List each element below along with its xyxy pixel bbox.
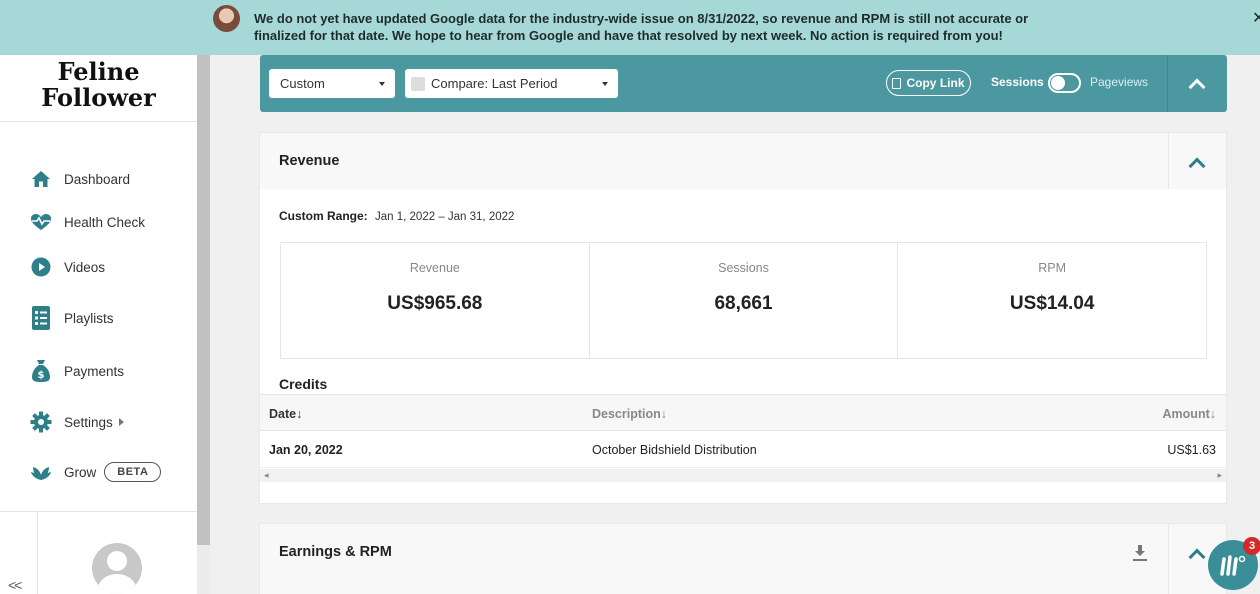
copy-icon <box>892 77 902 89</box>
scroll-left-icon[interactable]: ◂ <box>264 470 269 481</box>
sidebar-item-label: Health Check <box>64 214 146 230</box>
notification-badge: 3 <box>1243 537 1260 555</box>
logo-divider <box>0 121 197 122</box>
stat-rpm: RPM US$14.04 <box>898 243 1206 358</box>
heart-pulse-icon <box>30 211 52 233</box>
custom-range-value: Jan 1, 2022 – Jan 31, 2022 <box>375 211 515 223</box>
sidebar-item-settings[interactable]: Settings <box>30 409 190 435</box>
stat-value: US$965.68 <box>387 293 483 314</box>
dropdown-caret-icon <box>379 82 385 86</box>
date-range-select[interactable]: Custom <box>269 69 395 98</box>
chevron-up-icon[interactable] <box>1188 548 1206 566</box>
custom-range: Custom Range: Jan 1, 2022 – Jan 31, 2022 <box>279 209 514 223</box>
stat-label: Sessions <box>718 261 769 275</box>
report-toolbar: Custom Compare: Last Period Copy Link Se… <box>260 55 1227 112</box>
home-icon <box>30 168 52 190</box>
beta-badge: BETA <box>104 462 162 482</box>
banner-avatar <box>213 5 240 32</box>
announcement-banner: We do not yet have updated Google data f… <box>0 0 1260 55</box>
stats-panel: Revenue US$965.68 Sessions 68,661 RPM US… <box>280 242 1207 359</box>
site-logo[interactable]: Feline Follower <box>0 59 197 111</box>
revenue-card-header: Revenue <box>260 133 1226 189</box>
toggle-knob <box>1051 76 1065 90</box>
header-divider <box>1168 524 1169 594</box>
play-icon <box>30 256 52 278</box>
custom-range-label: Custom Range: <box>279 209 368 223</box>
user-avatar[interactable] <box>92 543 142 593</box>
sidebar: Feline Follower Dashboard Health Check V… <box>0 55 197 594</box>
column-header-date[interactable]: Date↓ <box>269 407 302 421</box>
money-bag-icon: $ <box>30 360 52 382</box>
compare-value: Compare: Last Period <box>431 76 558 91</box>
close-icon[interactable]: ✕ <box>1252 8 1260 28</box>
list-icon <box>30 306 52 330</box>
revenue-card: Revenue Custom Range: Jan 1, 2022 – Jan … <box>259 132 1227 504</box>
avatar-body <box>98 574 136 593</box>
compare-select[interactable]: Compare: Last Period <box>405 69 618 98</box>
leaf-icon <box>30 461 52 483</box>
avatar-head <box>107 551 127 571</box>
pageviews-toggle-label: Pageviews <box>1090 75 1149 89</box>
earnings-card: Earnings & RPM <box>259 523 1227 594</box>
sidebar-item-health-check[interactable]: Health Check <box>30 209 190 235</box>
caret-right-icon <box>118 418 124 426</box>
scroll-right-icon[interactable]: ▸ <box>1217 470 1222 481</box>
sidebar-item-playlists[interactable]: Playlists <box>30 305 190 331</box>
toolbar-divider <box>1167 55 1168 112</box>
chat-logo-icon <box>1220 555 1246 576</box>
chevron-up-icon[interactable] <box>1188 157 1206 175</box>
sidebar-scrollbar-thumb[interactable] <box>197 55 210 545</box>
credits-title: Credits <box>279 376 328 392</box>
cell-amount: US$1.63 <box>1167 443 1216 457</box>
sidebar-item-label: Payments <box>64 363 125 379</box>
sessions-toggle-label: Sessions <box>991 75 1044 89</box>
header-divider <box>1168 133 1169 189</box>
earnings-title: Earnings & RPM <box>279 544 392 560</box>
sidebar-item-label: Dashboard <box>64 171 131 187</box>
sidebar-item-dashboard[interactable]: Dashboard <box>30 166 190 192</box>
stat-value: 68,661 <box>714 293 773 314</box>
collapse-sidebar-icon[interactable]: << <box>8 577 22 593</box>
sidebar-item-payments[interactable]: $ Payments <box>30 358 190 384</box>
stat-label: RPM <box>1038 261 1067 275</box>
sidebar-scrollbar[interactable] <box>197 55 210 594</box>
credits-table-header: Date↓ Description↓ Amount↓ <box>260 394 1226 431</box>
sidebar-item-label: Settings <box>64 414 113 430</box>
cell-date: Jan 20, 2022 <box>269 443 343 457</box>
stat-value: US$14.04 <box>1009 293 1095 314</box>
sidebar-item-label: Playlists <box>64 310 114 326</box>
sidebar-bottom-separator <box>37 511 38 594</box>
sessions-pageviews-toggle[interactable] <box>1048 73 1081 93</box>
gear-icon <box>30 411 52 433</box>
sidebar-item-label: Grow <box>64 464 97 480</box>
stat-revenue: Revenue US$965.68 <box>281 243 590 358</box>
sidebar-item-grow[interactable]: Grow BETA <box>30 459 190 485</box>
chevron-up-icon[interactable] <box>1188 78 1206 96</box>
earnings-card-header: Earnings & RPM <box>260 524 1226 594</box>
copy-link-label: Copy Link <box>906 76 965 90</box>
download-icon[interactable] <box>1132 544 1148 562</box>
column-header-description[interactable]: Description↓ <box>592 407 667 421</box>
sidebar-bottom-divider <box>0 511 197 512</box>
date-range-value: Custom <box>280 76 325 91</box>
svg-text:$: $ <box>38 370 45 381</box>
cell-description: October Bidshield Distribution <box>592 443 757 457</box>
column-header-amount[interactable]: Amount↓ <box>1163 407 1216 421</box>
sidebar-item-videos[interactable]: Videos <box>30 254 190 280</box>
copy-link-button[interactable]: Copy Link <box>886 70 971 96</box>
stat-label: Revenue <box>409 261 460 275</box>
logo-line-1: Feline <box>57 57 140 86</box>
table-horizontal-scrollbar[interactable]: ◂ ▸ <box>260 469 1226 482</box>
sidebar-item-label: Videos <box>64 259 106 275</box>
dropdown-caret-icon <box>602 82 608 86</box>
table-row: Jan 20, 2022 October Bidshield Distribut… <box>260 431 1226 468</box>
compare-checkbox[interactable] <box>411 76 425 91</box>
revenue-title: Revenue <box>279 153 340 169</box>
stat-sessions: Sessions 68,661 <box>590 243 899 358</box>
banner-message: We do not yet have updated Google data f… <box>254 11 1029 43</box>
logo-line-2: Follower <box>41 83 156 112</box>
